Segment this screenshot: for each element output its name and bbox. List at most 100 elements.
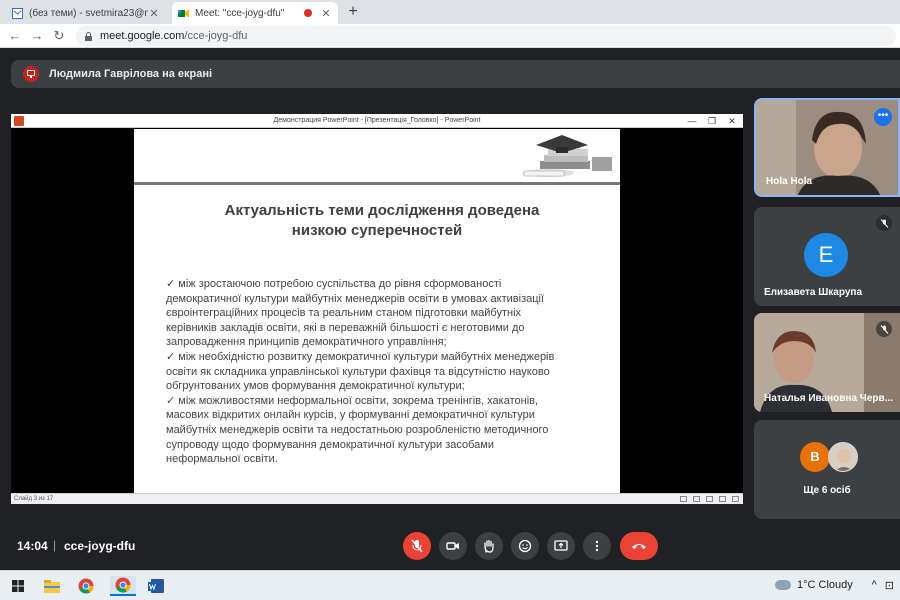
address-bar[interactable]: meet.google.com/cce-joyg-dfu (76, 26, 896, 46)
forward-icon[interactable]: → (28, 27, 46, 45)
word-icon[interactable] (146, 576, 166, 596)
vertical-dots-icon (595, 540, 599, 552)
weather-text: 1°C Cloudy (797, 579, 853, 591)
participant-name: Hola Hola (766, 176, 813, 187)
tab-title: Meet: "cce-joyg-dfu" (195, 7, 285, 19)
meet-favicon-icon (178, 9, 189, 17)
presenter-banner: Людмила Гаврілова на екрані (11, 60, 900, 88)
powerpoint-titlebar: Демонстрация PowerPoint - [Презентація_Г… (11, 114, 743, 128)
slide-body-line: ✓ між необхідністю розвитку демократично… (166, 350, 555, 363)
slide-title: Актуальність теми дослідження доведена н… (134, 201, 620, 241)
weather-widget[interactable]: 1°C Cloudy (775, 579, 853, 591)
slide-counter: Слайд 3 из 17 (14, 496, 54, 502)
chevron-up-icon[interactable]: ^ (872, 579, 877, 592)
shared-screen: Демонстрация PowerPoint - [Презентація_Г… (11, 114, 743, 504)
participant-tile[interactable]: ••• Hola Hola (754, 98, 900, 197)
slide-body-line: ✓ між зростаючою потребою суспільства до… (166, 278, 502, 290)
lock-icon (85, 31, 92, 41)
restore-icon: ❐ (707, 116, 717, 126)
meeting-code: cce-joyg-dfu (64, 539, 136, 553)
mic-off-icon (411, 539, 423, 553)
tab-meet[interactable]: Meet: "cce-joyg-dfu" ✕ (172, 2, 338, 24)
leave-call-button[interactable] (620, 532, 658, 560)
slide-body-line: супроводу щодо формування демократичної … (166, 438, 494, 451)
participant-tile[interactable]: E Елизавета Шкарупа (754, 207, 900, 306)
participant-tile[interactable]: Наталья Ивановна Черв... (754, 313, 900, 412)
close-tab-icon[interactable]: ✕ (320, 7, 332, 20)
participant-avatar-photo (828, 442, 858, 472)
chrome-icon[interactable] (76, 576, 96, 596)
powerpoint-status-bar: Слайд 3 из 17 (11, 493, 743, 504)
camera-icon (446, 542, 459, 550)
presenter-avatar (23, 66, 39, 82)
more-options-icon[interactable]: ••• (874, 108, 892, 126)
presentation-slide: Актуальність теми дослідження доведена н… (134, 129, 620, 493)
slideshow-view-icon (719, 496, 726, 502)
more-avatars: B (800, 442, 858, 472)
slide-body-line: євроінтеграційних процесів та реальним с… (166, 307, 522, 320)
participant-avatar: E (804, 233, 848, 277)
slide-body-line: демократичної культури майбутніх менедже… (166, 292, 545, 305)
slide-header-band (134, 129, 620, 185)
slide-body-line: керівників закладів освіти, які в перева… (166, 321, 525, 334)
meeting-controls-bar: 14:04 | cce-joyg-dfu (0, 524, 900, 570)
close-tab-icon[interactable]: ✕ (148, 7, 160, 20)
recording-indicator-icon (304, 9, 312, 17)
browser-tab-strip: (без теми) - svetmira23@meta.u ✕ Meet: "… (0, 0, 900, 24)
slide-sorter-icon (693, 496, 700, 502)
system-tray: ^ ⊡ (872, 579, 894, 592)
new-tab-button[interactable]: + (344, 3, 362, 21)
reading-view-icon (706, 496, 713, 502)
more-participants-label: Ще 6 осіб (803, 485, 851, 496)
back-icon[interactable]: ← (6, 27, 24, 45)
mail-favicon-icon (12, 7, 23, 19)
chrome-active-icon[interactable] (110, 576, 136, 596)
close-window-icon: ✕ (728, 116, 736, 126)
present-button[interactable] (547, 532, 575, 560)
reload-icon[interactable]: ↻ (50, 27, 68, 45)
raise-hand-button[interactable] (475, 532, 503, 560)
fit-icon (732, 496, 739, 502)
mic-off-icon (876, 215, 892, 231)
microphone-button[interactable] (403, 532, 431, 560)
slide-body-line: масових відкритих онлайн курсів, у форму… (166, 409, 535, 422)
hand-icon (484, 539, 494, 553)
present-screen-icon (554, 540, 568, 551)
minimize-icon: — (687, 116, 697, 126)
tab-email[interactable]: (без теми) - svetmira23@meta.u ✕ (6, 2, 166, 24)
slide-title-line-2: низкою суперечностей (291, 222, 463, 239)
meeting-time: 14:04 (17, 539, 48, 553)
emoji-button[interactable] (511, 532, 539, 560)
powerpoint-window-title: Демонстрация PowerPoint - [Презентація_Г… (273, 117, 481, 124)
present-screen-icon (27, 70, 35, 78)
more-participants-tile[interactable]: B Ще 6 осіб (754, 420, 900, 519)
network-icon[interactable]: ⊡ (885, 579, 894, 592)
url-path: /cce-joyg-dfu (184, 30, 248, 42)
mic-off-icon (876, 321, 892, 337)
browser-toolbar: ← → ↻ meet.google.com/cce-joyg-dfu (0, 24, 900, 48)
participant-name: Елизавета Шкарупа (764, 287, 863, 298)
camera-button[interactable] (439, 532, 467, 560)
slide-body-line: запровадження принципів демократичного у… (166, 336, 447, 349)
file-explorer-icon[interactable] (42, 576, 62, 596)
windows-taskbar: 1°C Cloudy ^ ⊡ (0, 570, 900, 600)
slide-title-line-1: Актуальність теми дослідження доведена (224, 202, 540, 219)
cloud-icon (775, 580, 791, 590)
slide-body-line: освіти як складника управлінської культу… (166, 365, 550, 378)
participant-avatar: B (800, 442, 830, 472)
participant-name: Наталья Ивановна Черв... (764, 393, 893, 404)
hang-up-icon (632, 544, 646, 549)
slide-body-line: майбутніх менеджерів освіти та недостатн… (166, 423, 549, 436)
emoji-icon (518, 539, 532, 553)
slide-body: ✓ між зростаючою потребою суспільства до… (166, 277, 614, 467)
more-options-button[interactable] (583, 532, 611, 560)
url-host: meet.google.com (100, 30, 185, 42)
view-icons (680, 496, 739, 502)
tab-title: (без теми) - svetmira23@meta.u (29, 7, 148, 19)
normal-view-icon (680, 496, 687, 502)
separator: | (53, 538, 57, 552)
slide-body-line: ✓ між можливостями неформальної освіти, … (166, 394, 539, 407)
slide-body-line: неформальної освіти. (166, 453, 278, 466)
slide-body-line: обгрунтованих умов формування демократич… (166, 380, 465, 393)
windows-start-icon[interactable] (8, 576, 28, 596)
